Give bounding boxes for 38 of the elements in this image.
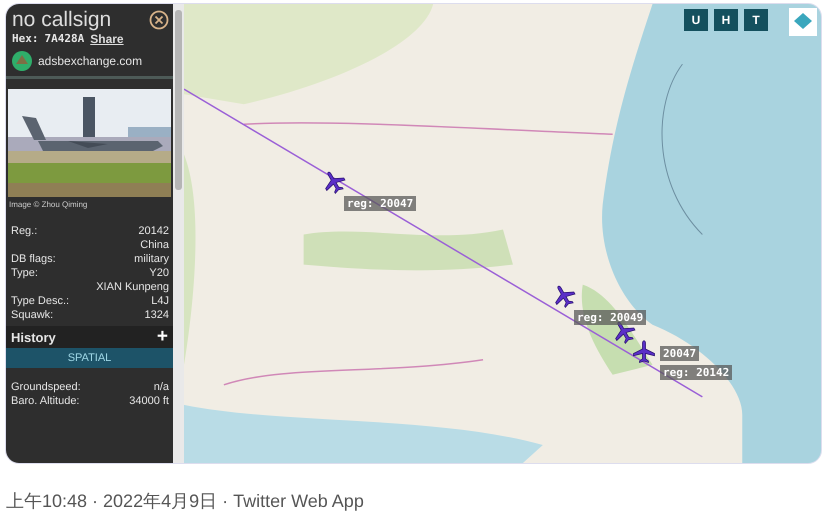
detail-value: n/a (154, 380, 169, 394)
detail-label: Groundspeed: (11, 380, 81, 394)
aircraft-label: 20047 (660, 346, 700, 361)
map-toggle-button[interactable]: U (684, 9, 708, 31)
detail-value: military (134, 252, 169, 266)
close-icon[interactable] (149, 10, 169, 30)
photo-credit: Image © Zhou Qiming (8, 199, 88, 211)
detail-label: Type: (11, 266, 38, 280)
site-name: adsbexchange.com (38, 54, 142, 68)
detail-value: China (140, 238, 169, 252)
detail-label: DB flags: (11, 252, 56, 266)
airplane-icon[interactable] (632, 340, 656, 364)
detail-label: Baro. Altitude: (11, 394, 80, 408)
aircraft-label: reg: 20142 (660, 365, 732, 380)
aircraft-label: reg: 20049 (574, 310, 646, 325)
spatial-button[interactable]: SPATIAL (6, 348, 173, 368)
detail-label: Type Desc.: (11, 294, 70, 308)
detail-value: XIAN Kunpeng (96, 280, 169, 294)
detail-value: 20142 (138, 224, 169, 238)
detail-value: 1324 (144, 308, 169, 322)
site-logo-icon (12, 51, 32, 71)
tweet-timestamp: 上午10:48 · 2022年4月9日 · Twitter Web App (5, 490, 365, 513)
map-toggle-button[interactable]: T (744, 9, 768, 31)
aircraft-label: reg: 20047 (344, 196, 416, 211)
hex-label: Hex: (12, 32, 38, 46)
detail-value: Y20 (149, 266, 169, 280)
map-toggle-button[interactable]: H (714, 9, 738, 31)
hex-code: 7A428A (44, 32, 84, 46)
expand-button[interactable]: + (156, 329, 168, 345)
scrollbar-thumb[interactable] (175, 10, 182, 190)
share-link[interactable]: Share (90, 32, 124, 46)
aircraft-title: no callsign (12, 8, 112, 32)
history-heading: History (11, 330, 56, 344)
detail-value: L4J (151, 294, 169, 308)
detail-value: 34000 ft (129, 394, 169, 408)
detail-label: Reg.: (11, 224, 38, 238)
detail-label: Squawk: (11, 308, 54, 322)
layers-button[interactable] (789, 8, 817, 36)
